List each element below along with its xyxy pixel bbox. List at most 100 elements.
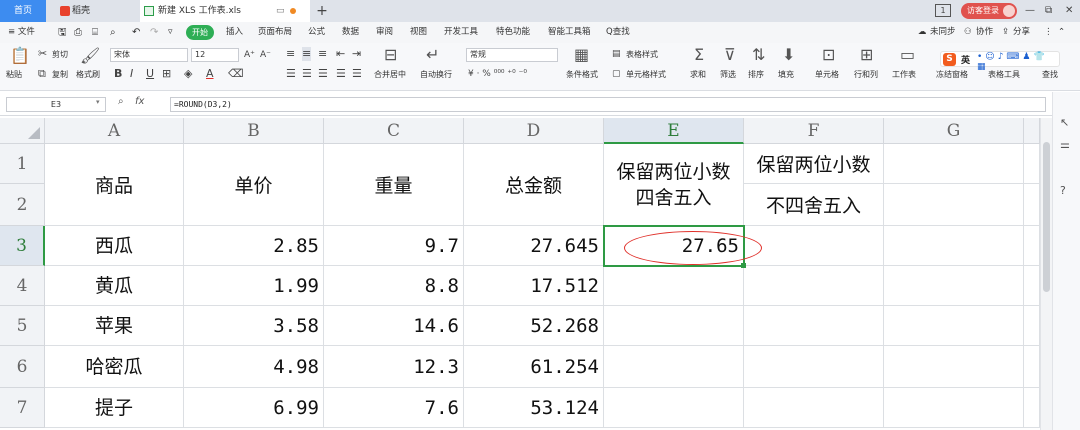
menu-search[interactable]: Q查找 xyxy=(606,22,630,43)
table-cell-weight[interactable]: 12.3 xyxy=(324,346,464,388)
scrollbar-thumb[interactable] xyxy=(1043,142,1050,292)
border-icon[interactable]: ⊞ xyxy=(162,67,171,81)
cell-b1-header[interactable]: 单价 xyxy=(184,144,324,226)
cell-c1-header[interactable]: 重量 xyxy=(324,144,464,226)
table-cell-price[interactable]: 6.99 xyxy=(184,388,324,428)
quick-save-icon[interactable]: 🖫 xyxy=(58,22,67,43)
cell-h1[interactable] xyxy=(1024,144,1040,184)
table-cell-rounded[interactable] xyxy=(604,346,744,388)
table-cell-weight[interactable]: 7.6 xyxy=(324,388,464,428)
font-grow-icon[interactable]: A⁺ xyxy=(244,48,255,62)
copy-button[interactable]: 复制 xyxy=(52,69,68,80)
align-middle-icon[interactable]: ≡ xyxy=(302,47,312,61)
column-header-e[interactable]: E xyxy=(604,118,744,144)
cell-a1-header[interactable]: 商品 xyxy=(45,144,184,226)
align-bottom-icon[interactable]: ≡ xyxy=(318,47,327,61)
ime-toolbar[interactable]: S 英 •☺♪⌨♟👕▦ xyxy=(940,51,1060,72)
collapse-ribbon-icon[interactable]: ⌃ xyxy=(1058,22,1065,43)
cell-f1-header[interactable]: 保留两位小数 xyxy=(744,144,884,184)
justify-icon[interactable]: ☰ xyxy=(336,67,346,81)
currency-icon[interactable]: ¥ · % ⁰⁰⁰ ⁺⁰ ⁻⁰ xyxy=(468,67,527,81)
table-cell-name[interactable]: 西瓜 xyxy=(45,226,184,266)
row-header-2[interactable]: 2 xyxy=(0,184,45,226)
table-cell-g[interactable] xyxy=(884,226,1024,266)
cells-button[interactable]: 单元格 xyxy=(815,69,839,80)
name-box[interactable]: E3 xyxy=(6,97,106,112)
cell-d1-header[interactable]: 总金额 xyxy=(464,144,604,226)
menu-file[interactable]: ≡ 文件 xyxy=(8,22,35,43)
menu-review[interactable]: 审阅 xyxy=(376,22,393,43)
font-name-select[interactable]: 宋体 xyxy=(110,48,188,62)
tab-home[interactable]: 首页 xyxy=(0,0,46,22)
cell-style-button[interactable]: 单元格样式 xyxy=(626,69,666,80)
table-cell-truncated[interactable] xyxy=(744,388,884,428)
cells-icon[interactable]: ⊡ xyxy=(822,46,835,64)
row-col-icon[interactable]: ⊞ xyxy=(860,46,873,64)
ime-tools-icon[interactable]: •☺♪⌨♟👕▦ xyxy=(977,52,1059,72)
align-center-icon[interactable]: ☰ xyxy=(302,67,312,81)
table-cell-weight[interactable]: 8.8 xyxy=(324,266,464,306)
menu-view[interactable]: 视图 xyxy=(410,22,427,43)
font-size-select[interactable]: 12 xyxy=(191,48,239,62)
conditional-format-button[interactable]: 条件格式 xyxy=(566,69,598,80)
zoom-search-icon[interactable]: ⌕ xyxy=(118,96,124,107)
worksheet-icon[interactable]: ▭ xyxy=(900,46,915,64)
row-header-6[interactable]: 6 xyxy=(0,346,45,388)
number-format-select[interactable]: 常规 xyxy=(466,48,558,62)
row-header-5[interactable]: 5 xyxy=(0,306,45,346)
table-cell-total[interactable]: 27.645 xyxy=(464,226,604,266)
pin-icon[interactable]: ▭ xyxy=(276,0,285,22)
table-cell-g[interactable] xyxy=(884,346,1024,388)
align-right-icon[interactable]: ☰ xyxy=(318,67,328,81)
table-cell-total[interactable]: 52.268 xyxy=(464,306,604,346)
share-button[interactable]: 分享 xyxy=(1013,22,1030,43)
fill-color-icon[interactable]: ◈ xyxy=(184,67,192,81)
fx-icon[interactable]: fx xyxy=(135,96,144,107)
format-painter-icon[interactable]: 🖌 xyxy=(80,47,100,65)
table-cell-name[interactable]: 黄瓜 xyxy=(45,266,184,306)
indent-decrease-icon[interactable]: ⇤ xyxy=(336,47,345,61)
filter-icon[interactable]: ⊽ xyxy=(724,46,736,64)
table-cell-total[interactable]: 17.512 xyxy=(464,266,604,306)
visitor-login-button[interactable]: 访客登录 xyxy=(961,3,1017,19)
menu-page-layout[interactable]: 页面布局 xyxy=(258,22,292,43)
cell-g1[interactable] xyxy=(884,144,1024,184)
paste-button[interactable]: 粘贴 xyxy=(6,69,22,80)
column-header-a[interactable]: A xyxy=(45,118,184,144)
menu-data[interactable]: 数据 xyxy=(342,22,359,43)
freeze-panes-button[interactable]: 冻结窗格 xyxy=(936,69,968,80)
wrap-text-icon[interactable]: ↵ xyxy=(426,46,439,64)
indent-increase-icon[interactable]: ⇥ xyxy=(352,47,361,61)
merge-center-button[interactable]: 合并居中 xyxy=(374,69,406,80)
column-header-g[interactable]: G xyxy=(884,118,1024,144)
window-count-badge[interactable]: 1 xyxy=(935,4,951,17)
table-cell-weight[interactable]: 14.6 xyxy=(324,306,464,346)
table-cell-truncated[interactable] xyxy=(744,266,884,306)
font-color-icon[interactable]: A xyxy=(206,67,214,81)
restore-button[interactable]: ⧉ xyxy=(1045,3,1052,19)
menu-insert[interactable]: 插入 xyxy=(226,22,243,43)
conditional-format-icon[interactable]: ▦ xyxy=(574,46,589,64)
distribute-icon[interactable]: ☰ xyxy=(352,67,362,81)
sync-status[interactable]: 未同步 xyxy=(930,22,956,43)
cell-e1-header[interactable]: 保留两位小数 四舍五入 xyxy=(604,144,744,226)
quick-print-icon[interactable]: ⌸ xyxy=(92,22,98,43)
quick-preview-icon[interactable]: ⌕ xyxy=(110,22,116,43)
settings-sliders-icon[interactable]: ⚌ xyxy=(1060,138,1070,151)
column-header-f[interactable]: F xyxy=(744,118,884,144)
row-header-7[interactable]: 7 xyxy=(0,388,45,428)
redo-icon[interactable]: ↷ xyxy=(150,22,158,43)
column-header-d[interactable]: D xyxy=(464,118,604,144)
close-button[interactable]: ✕ xyxy=(1065,3,1073,19)
table-cell-name[interactable]: 哈密瓜 xyxy=(45,346,184,388)
table-cell-total[interactable]: 61.254 xyxy=(464,346,604,388)
bold-button[interactable]: B xyxy=(114,67,122,81)
sort-button[interactable]: 排序 xyxy=(748,69,764,80)
tab-document[interactable]: 新建 XLS 工作表.xls ▭ xyxy=(140,0,310,22)
cell-f2-header[interactable]: 不四舍五入 xyxy=(744,184,884,226)
name-box-dropdown-icon[interactable]: ▾ xyxy=(96,98,100,106)
undo-icon[interactable]: ↶ xyxy=(132,22,140,43)
table-cell-truncated[interactable] xyxy=(744,346,884,388)
table-cell-rounded[interactable] xyxy=(604,266,744,306)
table-cell-truncated[interactable] xyxy=(744,226,884,266)
